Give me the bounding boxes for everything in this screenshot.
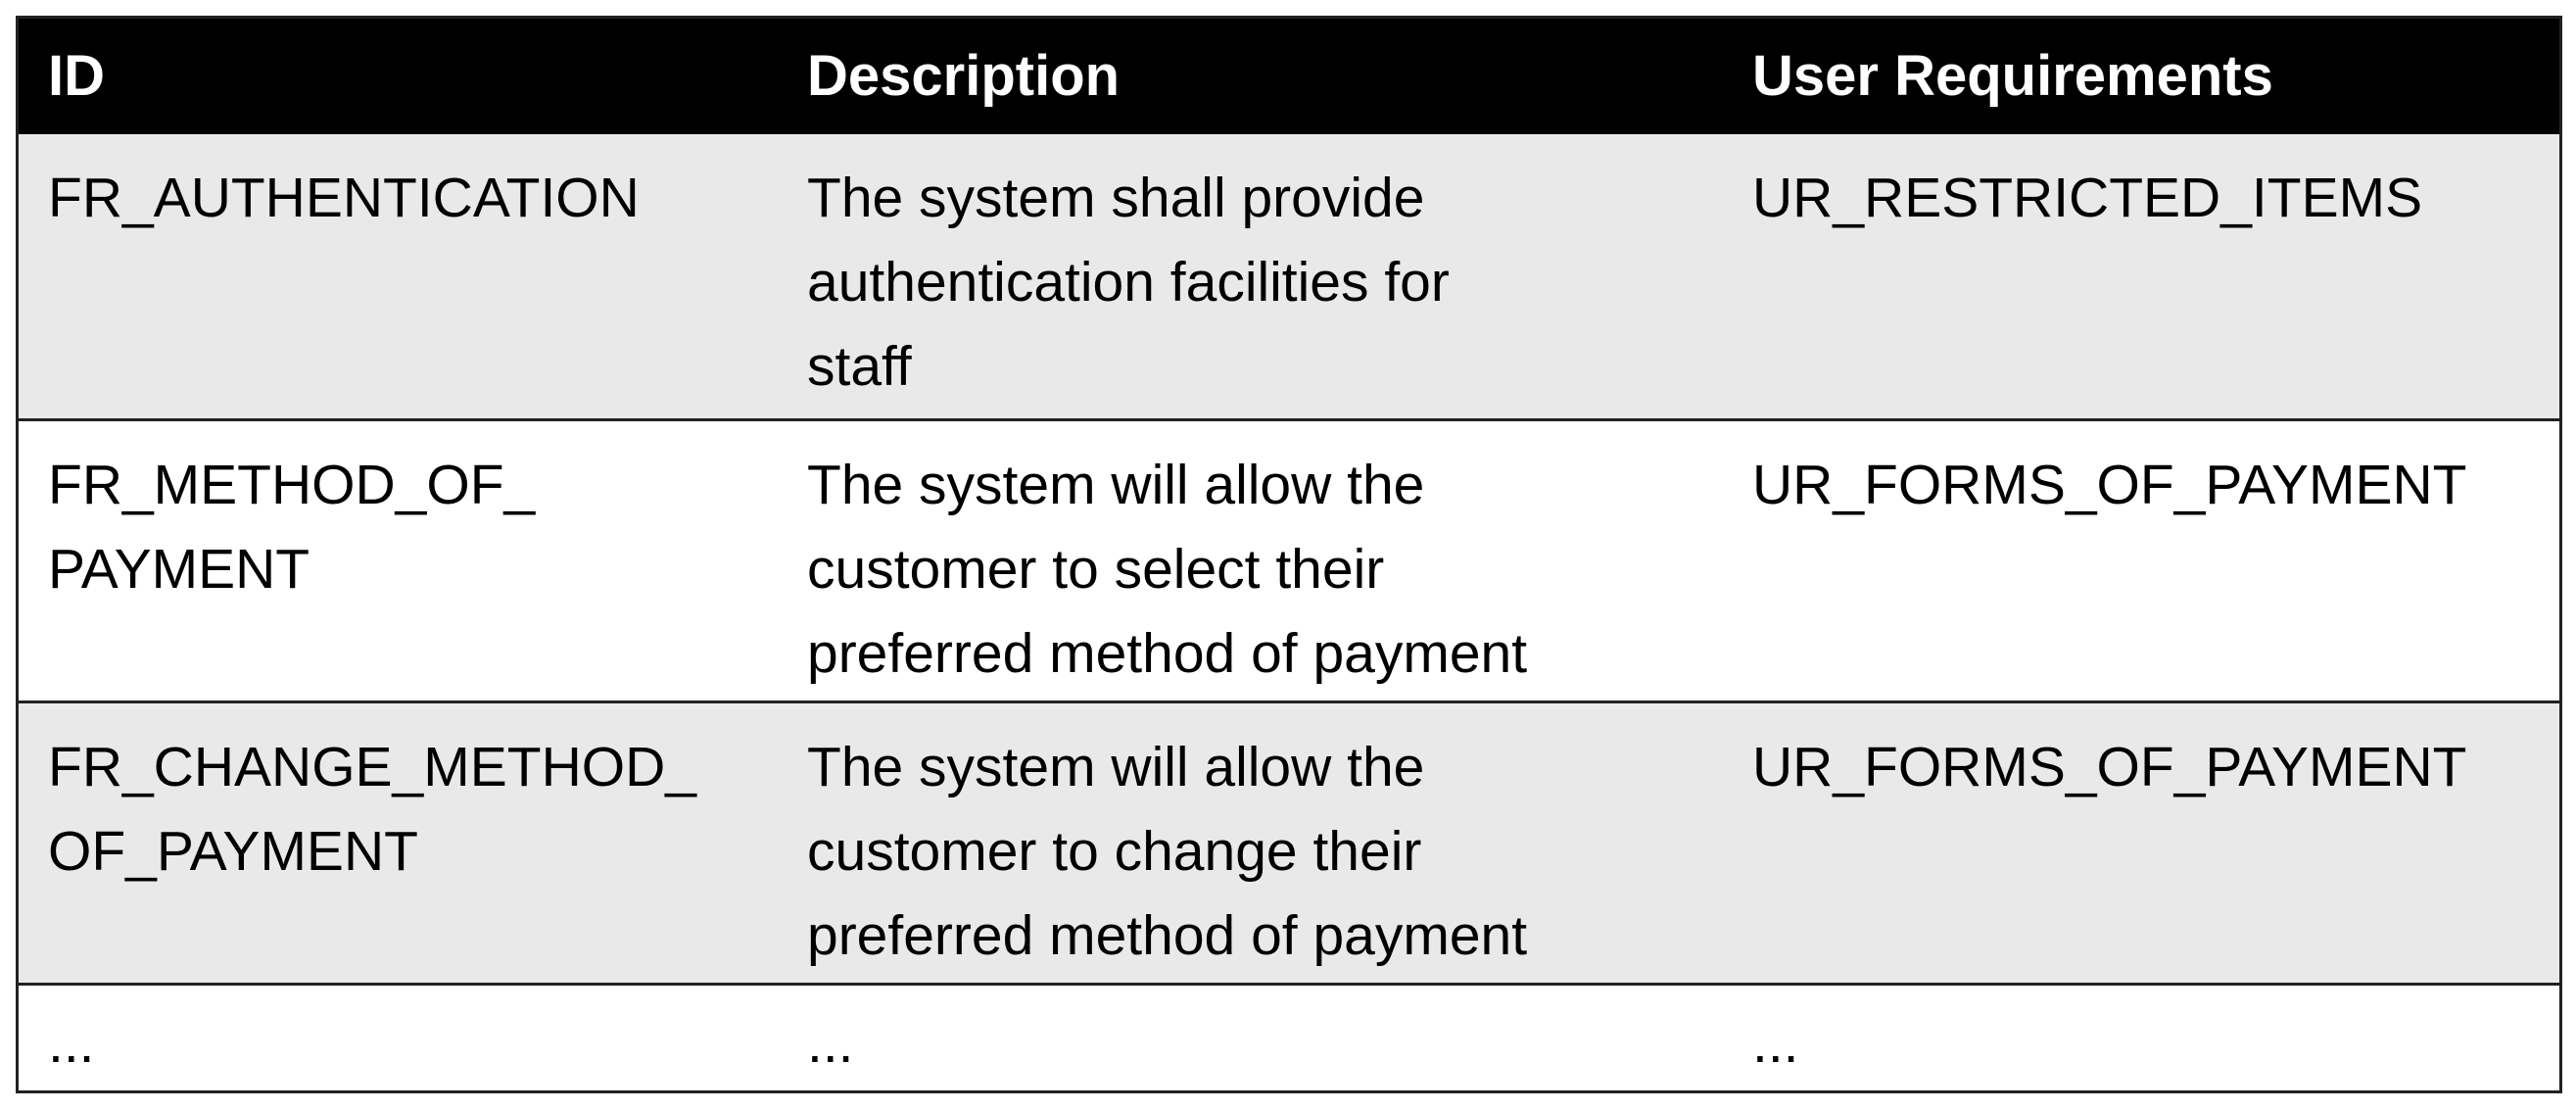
table-row-cell-id: FR_METHOD_OF_ PAYMENT — [19, 418, 778, 700]
column-header-description: Description — [778, 19, 1723, 134]
table-row-cell-user-requirements: UR_FORMS_OF_PAYMENT — [1723, 700, 2559, 983]
table-row-cell-description: The system will allow the customer to se… — [778, 418, 1723, 700]
column-header-user-requirements: User Requirements — [1723, 19, 2559, 134]
column-header-id: ID — [19, 19, 778, 134]
table-row-cell-description: The system shall provide authentication … — [778, 134, 1723, 418]
table-row-cell-description: The system will allow the customer to ch… — [778, 700, 1723, 983]
table-row-cell-id: ... — [19, 983, 778, 1090]
table-row-cell-user-requirements: ... — [1723, 983, 2559, 1090]
table-row-cell-id: FR_CHANGE_METHOD_ OF_PAYMENT — [19, 700, 778, 983]
table-row-cell-id: FR_AUTHENTICATION — [19, 134, 778, 418]
table-row-cell-description: ... — [778, 983, 1723, 1090]
requirements-table: ID Description User Requirements FR_AUTH… — [16, 16, 2562, 1093]
table-row-cell-user-requirements: UR_FORMS_OF_PAYMENT — [1723, 418, 2559, 700]
table-row-cell-user-requirements: UR_RESTRICTED_ITEMS — [1723, 134, 2559, 418]
